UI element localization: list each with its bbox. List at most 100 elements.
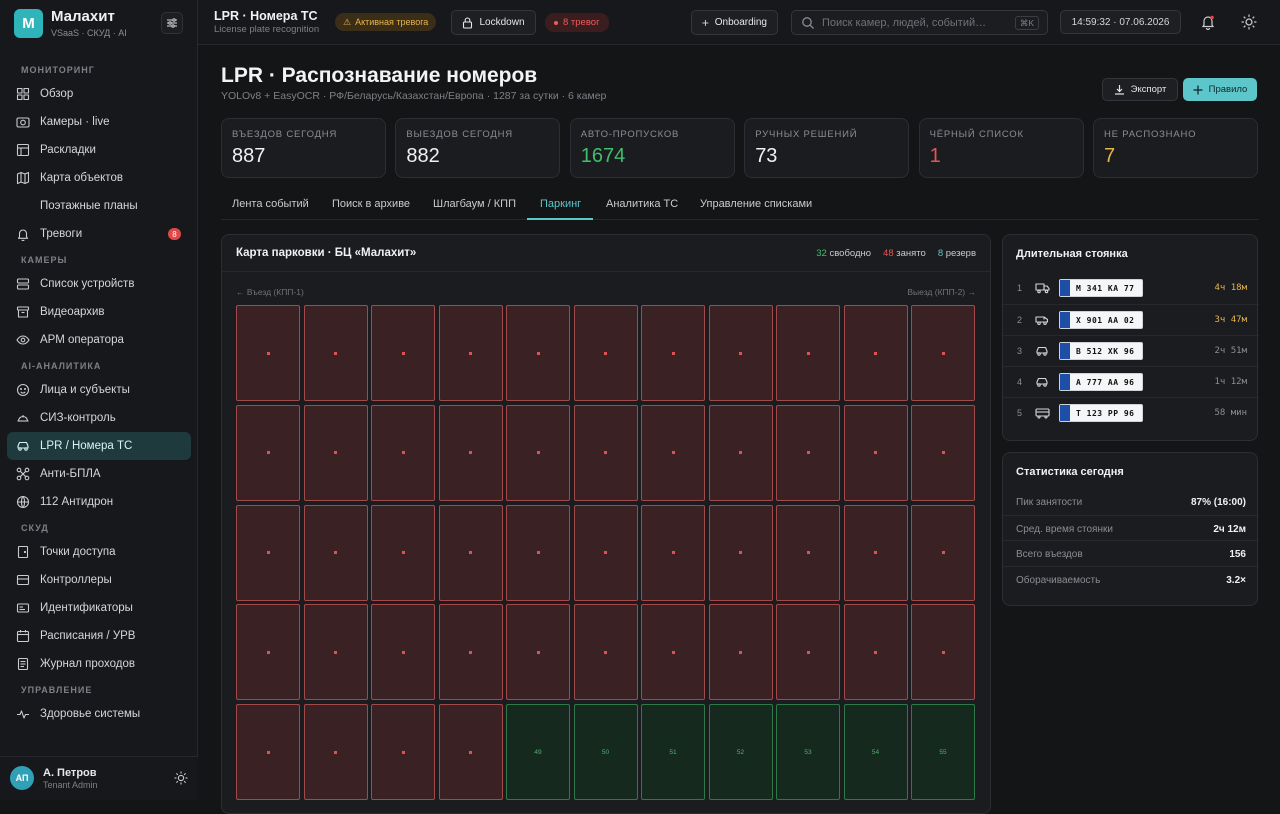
parking-spot-occupied[interactable] xyxy=(506,404,570,501)
active-alert-badge[interactable]: ⚠ Активная тревога xyxy=(335,13,437,31)
parking-spot-occupied[interactable] xyxy=(236,704,300,801)
add-rule-button[interactable]: Правило xyxy=(1183,78,1257,101)
sidebar-item-camera[interactable]: Камеры · live xyxy=(0,108,198,136)
parking-spot-occupied[interactable] xyxy=(303,404,368,501)
parking-spot-occupied[interactable] xyxy=(843,404,908,501)
sun-icon[interactable] xyxy=(174,771,188,785)
long-stay-row[interactable]: 5 Т 123 РР 96 58 мин xyxy=(1003,397,1259,428)
sidebar-item-radar[interactable]: 112 Антидрон xyxy=(0,488,198,516)
sidebar-item-drone[interactable]: Анти-БПЛА xyxy=(0,460,198,488)
sidebar-item-face[interactable]: Лица и субъекты xyxy=(0,376,198,404)
parking-spot-occupied[interactable] xyxy=(236,504,300,601)
parking-spot-occupied[interactable] xyxy=(641,404,705,501)
parking-spot-occupied[interactable] xyxy=(303,305,368,401)
parking-spot-occupied[interactable] xyxy=(776,404,840,501)
parking-spot-occupied[interactable] xyxy=(371,404,435,501)
sun-icon[interactable] xyxy=(1241,14,1257,30)
parking-spot-occupied[interactable] xyxy=(236,404,300,501)
parking-spot-free[interactable]: 52 xyxy=(708,704,773,801)
kpi-card[interactable]: НЕ РАСПОЗНАНО 7 xyxy=(1093,118,1258,178)
sidebar-toggle-button[interactable] xyxy=(161,12,183,34)
parking-spot-occupied[interactable] xyxy=(303,704,368,801)
sidebar-item-map[interactable]: Карта объектов xyxy=(0,164,198,192)
parking-spot-occupied[interactable] xyxy=(438,305,503,401)
tab-0[interactable]: Лента событий xyxy=(232,198,309,210)
brand[interactable]: M Малахит VSaaS · СКУД · AI xyxy=(14,8,184,39)
sidebar-item-helmet[interactable]: СИЗ-контроль xyxy=(0,404,198,432)
parking-spot-occupied[interactable] xyxy=(776,604,840,701)
sidebar-item-bell[interactable]: Тревоги 8 xyxy=(0,220,198,248)
parking-spot-occupied[interactable] xyxy=(506,604,570,701)
sidebar-item-car[interactable]: LPR / Номера ТС xyxy=(7,432,191,460)
parking-spot-occupied[interactable] xyxy=(438,504,503,601)
avatar[interactable]: АП xyxy=(10,766,34,790)
parking-spot-occupied[interactable] xyxy=(371,305,435,401)
parking-spot-free[interactable]: 51 xyxy=(641,704,705,801)
global-search-input[interactable]: Поиск камер, людей, событий… ⌘K xyxy=(791,10,1048,35)
kpi-card[interactable]: АВТО-ПРОПУСКОВ 1674 xyxy=(569,118,735,178)
parking-spot-free[interactable]: 54 xyxy=(843,704,908,801)
sidebar-item-none-sub[interactable]: Поэтажные планы xyxy=(0,192,198,220)
parking-spot-occupied[interactable] xyxy=(438,604,503,701)
sidebar-item-card[interactable]: Идентификаторы xyxy=(0,594,198,622)
tab-2[interactable]: Шлагбаум / КПП xyxy=(433,198,516,210)
parking-spot-occupied[interactable] xyxy=(573,305,638,401)
parking-spot-occupied[interactable] xyxy=(371,704,435,801)
lockdown-button[interactable]: Lockdown xyxy=(451,10,536,35)
parking-spot-free[interactable]: 50 xyxy=(573,704,638,801)
parking-spot-free[interactable]: 53 xyxy=(776,704,840,801)
parking-spot-occupied[interactable] xyxy=(573,604,638,701)
parking-spot-occupied[interactable] xyxy=(843,604,908,701)
sidebar-item-layout[interactable]: Раскладки xyxy=(0,136,198,164)
parking-spot-occupied[interactable] xyxy=(911,305,975,401)
parking-spot-occupied[interactable] xyxy=(641,504,705,601)
parking-spot-free[interactable]: 49 xyxy=(506,704,570,801)
long-stay-row[interactable]: 1 М 341 КА 77 4ч 18м xyxy=(1003,273,1259,304)
sidebar-item-controller[interactable]: Контроллеры xyxy=(0,566,198,594)
tab-1[interactable]: Поиск в архиве xyxy=(332,198,410,210)
parking-spot-occupied[interactable] xyxy=(776,504,840,601)
parking-spot-occupied[interactable] xyxy=(911,404,975,501)
parking-spot-occupied[interactable] xyxy=(641,305,705,401)
parking-spot-occupied[interactable] xyxy=(371,504,435,601)
long-stay-row[interactable]: 4 А 777 АА 96 1ч 12м xyxy=(1003,366,1259,397)
parking-spot-free[interactable]: 55 xyxy=(911,704,975,801)
parking-spot-occupied[interactable] xyxy=(371,604,435,701)
user-panel[interactable]: АП А. Петров Tenant Admin xyxy=(0,756,198,800)
parking-spot-occupied[interactable] xyxy=(708,604,773,701)
parking-spot-occupied[interactable] xyxy=(708,305,773,401)
sidebar-item-grid[interactable]: Обзор xyxy=(0,80,198,108)
parking-spot-occupied[interactable] xyxy=(438,704,503,801)
long-stay-row[interactable]: 3 В 512 ХК 96 2ч 51м xyxy=(1003,335,1259,366)
parking-spot-occupied[interactable] xyxy=(303,504,368,601)
parking-spot-occupied[interactable] xyxy=(236,305,300,401)
long-stay-row[interactable]: 2 Х 901 АА 02 3ч 47м xyxy=(1003,304,1259,335)
parking-spot-occupied[interactable] xyxy=(438,404,503,501)
sidebar-item-pulse[interactable]: Здоровье системы xyxy=(0,700,198,728)
sidebar-item-door[interactable]: Точки доступа xyxy=(0,538,198,566)
parking-spot-occupied[interactable] xyxy=(506,305,570,401)
parking-spot-occupied[interactable] xyxy=(708,404,773,501)
tab-3[interactable]: Паркинг xyxy=(540,198,581,210)
parking-spot-occupied[interactable] xyxy=(776,305,840,401)
parking-spot-occupied[interactable] xyxy=(573,404,638,501)
tab-5[interactable]: Управление списками xyxy=(700,198,812,210)
parking-spot-occupied[interactable] xyxy=(708,504,773,601)
parking-spot-occupied[interactable] xyxy=(573,504,638,601)
sidebar-item-calendar[interactable]: Расписания / УРВ xyxy=(0,622,198,650)
parking-spot-occupied[interactable] xyxy=(911,504,975,601)
bell-icon[interactable] xyxy=(1200,14,1216,30)
sidebar-item-devices[interactable]: Список устройств xyxy=(0,270,198,298)
alarms-count-badge[interactable]: 8 тревог xyxy=(545,13,609,32)
kpi-card[interactable]: ЧЁРНЫЙ СПИСОК 1 xyxy=(918,118,1084,178)
sidebar-item-archive[interactable]: Видеоархив xyxy=(0,298,198,326)
parking-spot-occupied[interactable] xyxy=(641,604,705,701)
export-button[interactable]: Экспорт xyxy=(1102,78,1178,101)
sidebar-item-eye[interactable]: АРМ оператора xyxy=(0,326,198,354)
tab-4[interactable]: Аналитика ТС xyxy=(606,198,678,210)
onboarding-button[interactable]: Onboarding xyxy=(691,10,778,35)
parking-spot-occupied[interactable] xyxy=(911,604,975,701)
parking-spot-occupied[interactable] xyxy=(843,305,908,401)
parking-spot-occupied[interactable] xyxy=(303,604,368,701)
parking-spot-occupied[interactable] xyxy=(506,504,570,601)
